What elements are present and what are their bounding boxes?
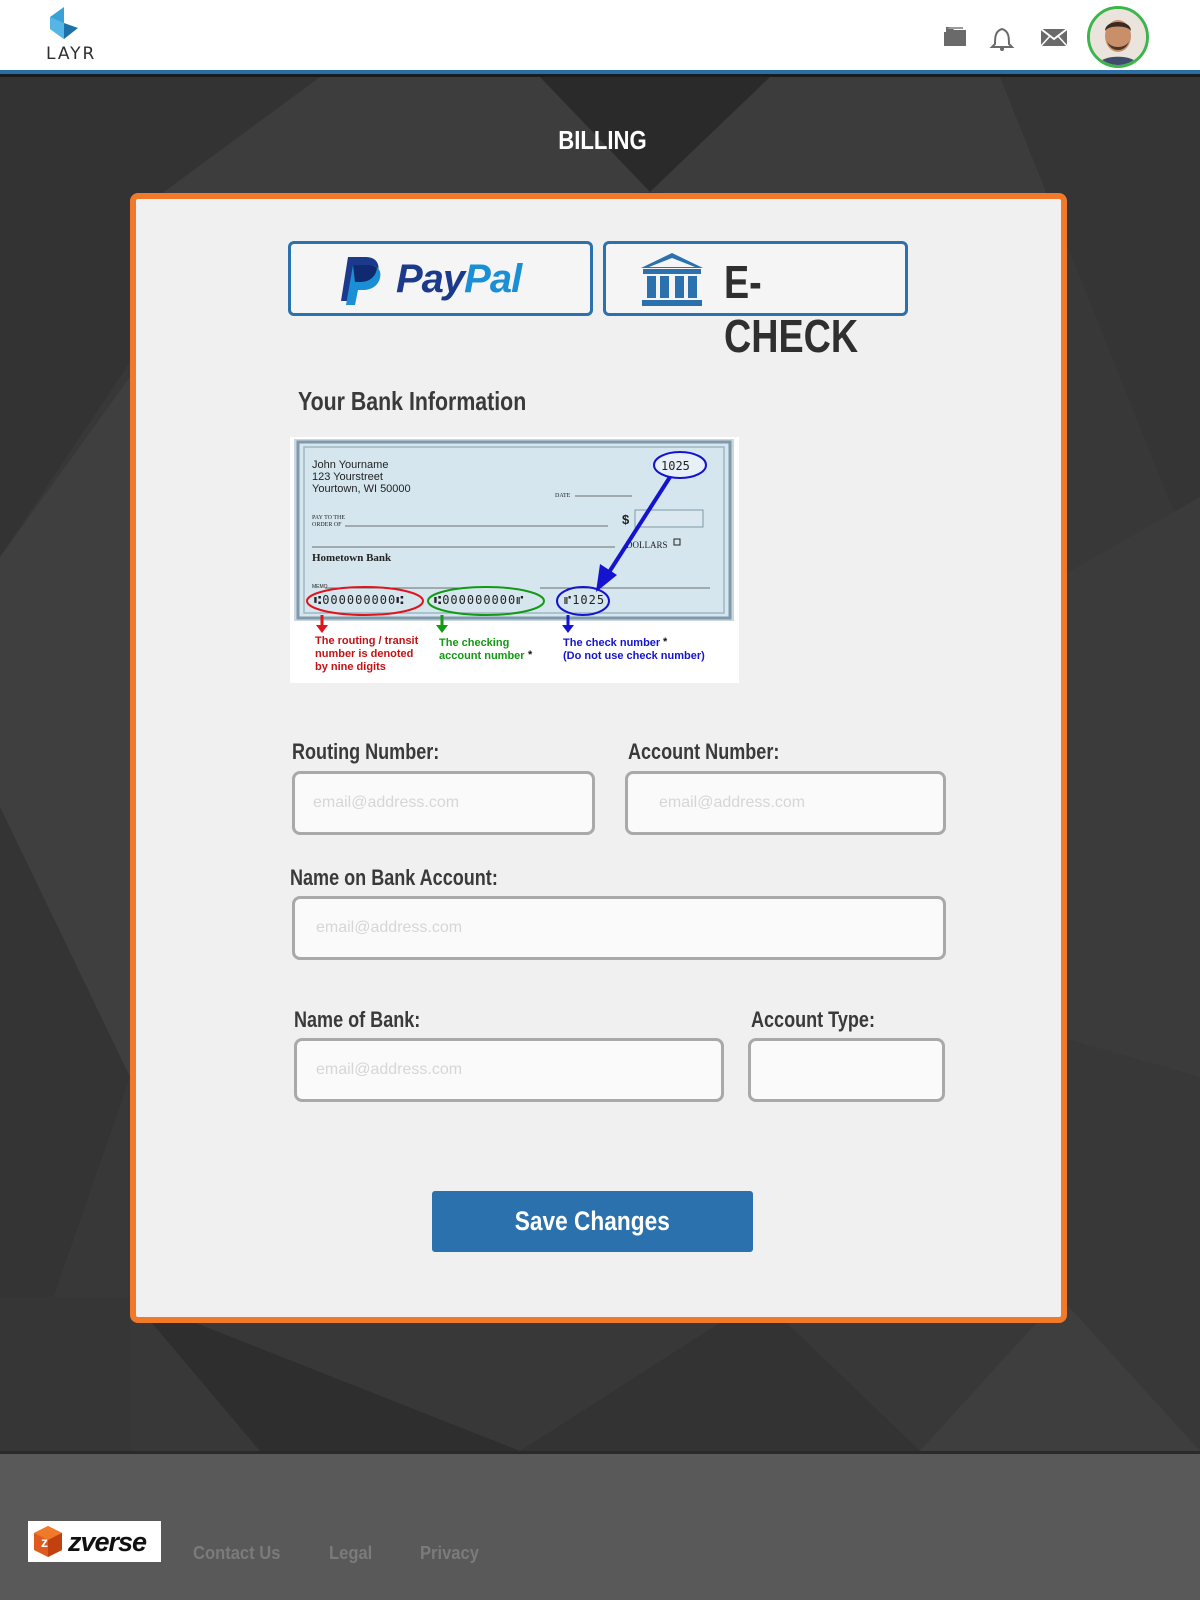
check-date-label: DATE: [555, 493, 571, 499]
check-diagram: John Yourname 123 Yourstreet Yourtown, W…: [290, 437, 739, 683]
name-on-account-label: Name on Bank Account:: [290, 865, 498, 890]
account-number-label: Account Number:: [628, 739, 780, 764]
check-payto-line1: PAY TO THE: [312, 515, 345, 521]
save-changes-button[interactable]: Save Changes: [432, 1191, 753, 1252]
routing-number-label: Routing Number:: [292, 739, 440, 764]
check-memo-label: MEMO: [312, 584, 328, 590]
footer-link-contact[interactable]: Contact Us: [193, 1543, 280, 1564]
check-dollars-label: DOLLARS: [626, 540, 668, 550]
paypal-logo-icon: [341, 257, 381, 305]
account-number-input[interactable]: [625, 771, 946, 835]
echeck-button[interactable]: E-CHECK: [603, 241, 908, 362]
paypal-button[interactable]: PayPal: [288, 241, 593, 316]
check-name-line1: John Yourname: [312, 459, 388, 471]
account-type-label: Account Type:: [751, 1007, 875, 1032]
bank-name-input[interactable]: [294, 1038, 724, 1102]
checknum-note-1: The check number: [563, 637, 661, 649]
account-note-star: *: [528, 649, 533, 661]
page-title: BILLING: [558, 125, 647, 155]
top-header: LAYR: [0, 0, 1200, 70]
billing-card: [130, 193, 1067, 1323]
check-name-line3: Yourtown, WI 50000: [312, 483, 411, 495]
checknum-note-2: (Do not use check number): [563, 650, 705, 662]
paypal-word-pal: Pal: [464, 257, 522, 301]
check-bank-name: Hometown Bank: [312, 552, 392, 564]
footer: [0, 1451, 1200, 1600]
name-on-account-input[interactable]: [292, 896, 946, 960]
svg-text:z: z: [41, 1534, 48, 1550]
bell-icon[interactable]: [987, 24, 1017, 51]
checknum-note-star: *: [663, 636, 668, 648]
bank-info-title: Your Bank Information: [298, 386, 527, 416]
check-check-digits: ⑈1025: [564, 593, 605, 607]
routing-note-2: number is denoted: [315, 648, 413, 660]
save-changes-label: Save Changes: [514, 1206, 671, 1236]
bank-name-label: Name of Bank:: [294, 1007, 421, 1032]
bank-icon: [641, 253, 703, 306]
folder-icon[interactable]: [940, 24, 970, 50]
zverse-wordmark: zverse: [67, 1527, 147, 1557]
zverse-logo[interactable]: z zverse: [28, 1521, 161, 1562]
logo-text: LAYR: [46, 44, 97, 64]
echeck-label: E-CHECK: [724, 256, 859, 362]
routing-note-1: The routing / transit: [315, 635, 419, 647]
paypal-word-pay: Pay: [396, 257, 465, 301]
layr-logo-icon: [50, 7, 78, 39]
routing-note-3: by nine digits: [315, 661, 386, 673]
account-type-select[interactable]: [748, 1038, 945, 1102]
paypal-wordmark: PayPal: [396, 257, 522, 302]
check-illustration: John Yourname 123 Yourstreet Yourtown, W…: [294, 439, 734, 673]
user-avatar[interactable]: [1087, 6, 1149, 68]
routing-number-input[interactable]: [292, 771, 595, 835]
check-dollar-sign: $: [622, 512, 630, 527]
account-note-2: account number: [439, 650, 525, 662]
zverse-logo-icon: z zverse: [34, 1526, 148, 1557]
check-account-digits: ⑆000000000⑈: [434, 593, 524, 607]
account-note-1: The checking: [439, 637, 509, 649]
check-name-line2: 123 Yourstreet: [312, 471, 383, 483]
avatar-icon: [1090, 9, 1146, 65]
mail-icon[interactable]: [1039, 24, 1069, 50]
footer-link-legal[interactable]: Legal: [329, 1543, 372, 1564]
footer-link-privacy[interactable]: Privacy: [420, 1543, 479, 1564]
check-number-top: 1025: [661, 459, 690, 473]
check-payto-line2: ORDER OF: [312, 522, 342, 528]
check-routing-digits: ⑆000000000⑆: [314, 593, 404, 607]
